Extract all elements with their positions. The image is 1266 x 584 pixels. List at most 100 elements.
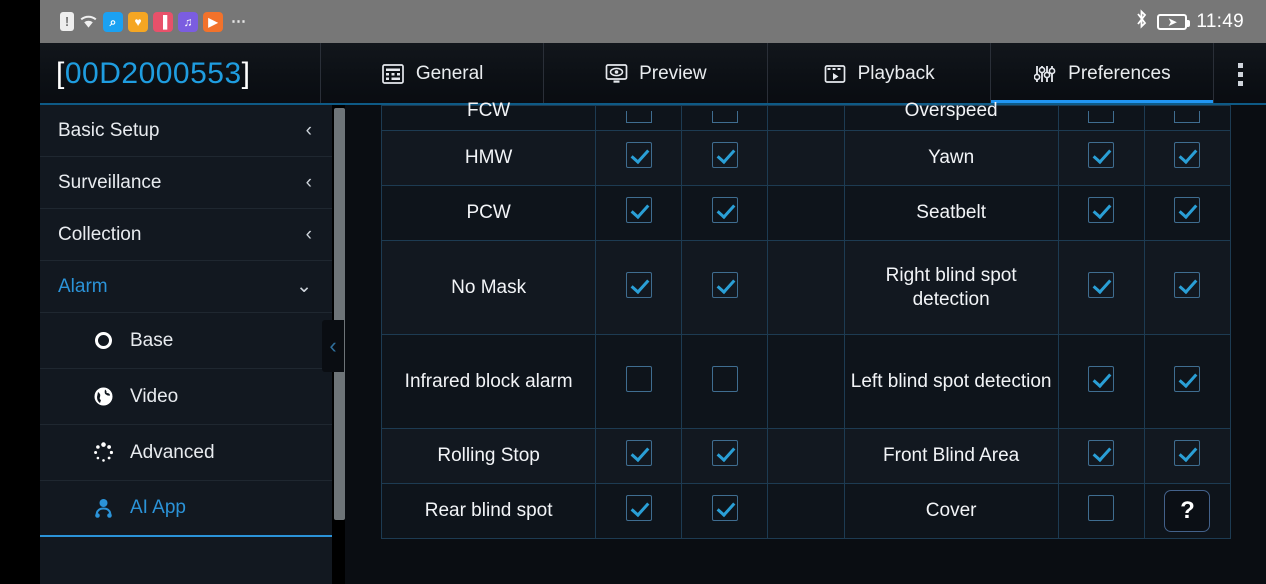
battery-charging-icon: ➤ <box>1157 13 1191 30</box>
table-row: HMW Yawn <box>380 130 1232 187</box>
globe-icon <box>92 386 114 408</box>
checkbox-cell[interactable] <box>681 334 769 430</box>
checkbox[interactable] <box>1088 197 1115 224</box>
heart-icon: ♥ <box>128 11 148 32</box>
checkbox-cell[interactable] <box>1057 428 1145 485</box>
checkbox-cell[interactable] <box>1057 104 1145 132</box>
checkbox[interactable] <box>625 440 652 467</box>
checkbox-cell[interactable] <box>1057 240 1145 336</box>
checkbox[interactable] <box>1174 142 1201 169</box>
checkbox[interactable] <box>625 365 652 392</box>
sidebar-item-base[interactable]: Base <box>40 313 332 369</box>
tab-general[interactable]: General <box>320 43 545 105</box>
help-button[interactable]: ? <box>1164 490 1211 533</box>
app-header: [ 00D2000553 ] General Preview Playback … <box>40 43 1266 105</box>
chevron-left-icon: ‹ <box>305 224 312 245</box>
checkbox-cell[interactable] <box>595 483 683 540</box>
checkbox[interactable] <box>1088 271 1115 298</box>
sidebar-item-basic-setup[interactable]: Basic Setup ‹ <box>40 105 332 157</box>
bluetooth-icon <box>1135 9 1148 34</box>
sliders-icon <box>1033 62 1057 86</box>
bracket-left: [ <box>56 57 65 90</box>
grid-icon <box>381 62 405 86</box>
checkbox-cell[interactable] <box>681 428 769 485</box>
sidebar-scrollbar[interactable] <box>334 108 345 520</box>
row-label-right: Seatbelt <box>843 185 1059 242</box>
checkbox-cell[interactable] <box>1057 334 1145 430</box>
checkbox[interactable] <box>625 495 652 522</box>
checkbox[interactable] <box>711 271 738 298</box>
spacer-cell <box>767 428 845 485</box>
sidebar-item-video[interactable]: Video <box>40 369 332 425</box>
help-cell[interactable]: ? <box>1143 483 1232 540</box>
book-icon: ▐ <box>153 11 173 32</box>
ai-person-icon <box>92 497 114 519</box>
tab-preview[interactable]: Preview <box>544 43 768 105</box>
checkbox-cell[interactable] <box>1143 428 1232 485</box>
checkbox[interactable] <box>711 440 738 467</box>
checkbox[interactable] <box>711 142 738 169</box>
sidebar-subitem-label: AI App <box>130 497 186 518</box>
tab-preferences[interactable]: Preferences <box>990 43 1214 105</box>
checkbox-cell[interactable] <box>595 428 683 485</box>
table-row: FCW Overspeed <box>380 100 1232 132</box>
checkbox-cell[interactable] <box>595 240 683 336</box>
checkbox-cell[interactable] <box>1143 130 1232 187</box>
sidebar-item-advanced[interactable]: Advanced <box>40 425 332 481</box>
checkbox-cell[interactable] <box>1143 185 1232 242</box>
sidebar-collapse-handle[interactable]: ‹ <box>322 320 344 372</box>
checkbox[interactable] <box>1088 365 1115 392</box>
checkbox-cell[interactable] <box>681 104 769 132</box>
sidebar-item-label: Basic Setup <box>58 119 160 141</box>
status-system-icons: ➤ 11:49 <box>1135 9 1244 34</box>
checkbox-cell[interactable] <box>1057 130 1145 187</box>
row-label-right: Front Blind Area <box>843 428 1059 485</box>
checkbox[interactable] <box>1174 365 1201 392</box>
checkbox[interactable] <box>711 495 738 522</box>
checkbox[interactable] <box>1174 440 1201 467</box>
row-label-left: PCW <box>380 185 597 242</box>
chevron-left-icon: ‹ <box>305 172 312 193</box>
checkbox-cell[interactable] <box>681 130 769 187</box>
checkbox[interactable] <box>711 197 738 224</box>
checkbox[interactable] <box>625 111 652 124</box>
checkbox[interactable] <box>1174 197 1201 224</box>
row-label-left: FCW <box>380 100 597 132</box>
checkbox-cell[interactable] <box>595 104 683 132</box>
checkbox[interactable] <box>1088 495 1115 522</box>
checkbox-cell[interactable] <box>595 130 683 187</box>
spacer-cell <box>767 130 845 187</box>
sidebar-item-alarm[interactable]: Alarm ⌄ <box>40 261 332 313</box>
spacer-cell <box>767 240 845 336</box>
checkbox[interactable] <box>625 197 652 224</box>
checkbox-cell[interactable] <box>1143 104 1232 132</box>
checkbox[interactable] <box>711 111 738 124</box>
checkbox-cell[interactable] <box>681 185 769 242</box>
checkbox[interactable] <box>625 142 652 169</box>
more-options-button[interactable] <box>1214 43 1266 105</box>
checkbox[interactable] <box>1088 111 1115 124</box>
checkbox[interactable] <box>1174 271 1201 298</box>
table-row: Rolling Stop Front Blind Area <box>380 428 1232 485</box>
checkbox-cell[interactable] <box>1057 483 1145 540</box>
row-label-left: Rolling Stop <box>380 428 597 485</box>
checkbox-cell[interactable] <box>1143 240 1232 336</box>
checkbox[interactable] <box>1088 440 1115 467</box>
android-status-bar: ! ⌕ ♥ ▐ ♫ ▶ ⋯ ➤ 11:49 <box>40 0 1266 43</box>
checkbox-cell[interactable] <box>595 185 683 242</box>
sidebar-item-ai-app[interactable]: AI App <box>40 481 332 537</box>
checkbox-cell[interactable] <box>681 483 769 540</box>
checkbox[interactable] <box>1174 111 1201 124</box>
alarm-settings-panel: FCW Overspeed HMW Yawn PCW Seatbelt No M… <box>345 100 1266 584</box>
row-label-right: Cover <box>843 483 1059 540</box>
checkbox[interactable] <box>711 365 738 392</box>
checkbox-cell[interactable] <box>681 240 769 336</box>
checkbox[interactable] <box>625 271 652 298</box>
sidebar-item-collection[interactable]: Collection ‹ <box>40 209 332 261</box>
checkbox-cell[interactable] <box>595 334 683 430</box>
checkbox-cell[interactable] <box>1057 185 1145 242</box>
sidebar-item-surveillance[interactable]: Surveillance ‹ <box>40 157 332 209</box>
tab-playback[interactable]: Playback <box>768 43 991 105</box>
checkbox-cell[interactable] <box>1143 334 1232 430</box>
checkbox[interactable] <box>1088 142 1115 169</box>
